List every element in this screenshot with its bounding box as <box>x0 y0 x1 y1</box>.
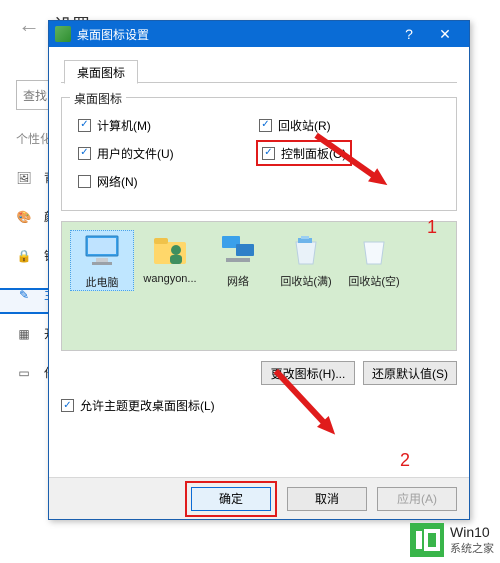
start-icon: ▦ <box>16 326 32 342</box>
titlebar[interactable]: 桌面图标设置 ? ✕ <box>49 21 469 47</box>
icon-label: 回收站(空) <box>342 273 406 289</box>
checkbox-allow-theme[interactable]: 允许主题更改桌面图标(L) <box>61 397 457 414</box>
cancel-button[interactable]: 取消 <box>287 487 367 511</box>
close-button[interactable]: ✕ <box>427 21 463 47</box>
checkbox-icon <box>78 119 91 132</box>
lock-icon: 🔒 <box>16 248 32 264</box>
ok-button[interactable]: 确定 <box>191 487 271 511</box>
group-legend: 桌面图标 <box>70 90 126 107</box>
desktop-icons-group: 桌面图标 计算机(M) 回收站(R) 用户的文件(U) 控制面板(O) 网络(N… <box>61 97 457 211</box>
checkbox-label: 用户的文件(U) <box>97 145 174 162</box>
highlight-ok: 确定 <box>185 481 277 517</box>
desktop-icon-settings-dialog: 桌面图标设置 ? ✕ 桌面图标 桌面图标 计算机(M) 回收站(R) 用户的文件… <box>48 20 470 520</box>
change-icon-button[interactable]: 更改图标(H)... <box>261 361 355 385</box>
checkbox-computer[interactable]: 计算机(M) <box>78 117 259 134</box>
checkbox-label: 允许主题更改桌面图标(L) <box>80 397 215 414</box>
dialog-title: 桌面图标设置 <box>77 26 149 43</box>
theme-icon: ✎ <box>16 287 32 303</box>
checkbox-icon <box>78 147 91 160</box>
tab-desktop-icons[interactable]: 桌面图标 <box>64 60 138 84</box>
checkbox-label: 网络(N) <box>97 173 138 190</box>
watermark-line2: 系统之家 <box>450 540 494 556</box>
pc-icon <box>80 231 124 271</box>
checkbox-recycle[interactable]: 回收站(R) <box>259 117 440 134</box>
tabstrip: 桌面图标 <box>61 55 457 83</box>
palette-icon: 🎨 <box>16 209 32 225</box>
network-icon <box>216 230 260 270</box>
watermark-line1: Win10 <box>450 524 494 540</box>
icon-network[interactable]: 网络 <box>206 230 270 291</box>
icon-label: 网络 <box>206 273 270 289</box>
icon-recycle-empty[interactable]: 回收站(空) <box>342 230 406 291</box>
help-button[interactable]: ? <box>391 21 427 47</box>
icon-label: wangyon... <box>138 273 202 285</box>
restore-defaults-button[interactable]: 还原默认值(S) <box>363 361 457 385</box>
apply-button[interactable]: 应用(A) <box>377 487 457 511</box>
dialog-icon <box>55 26 71 42</box>
recycle-full-icon <box>284 230 328 270</box>
folder-user-icon <box>148 230 192 270</box>
icon-user-files[interactable]: wangyon... <box>138 230 202 291</box>
checkbox-label: 回收站(R) <box>278 117 331 134</box>
checkbox-icon <box>61 399 74 412</box>
annotation-number-2: 2 <box>400 450 410 471</box>
checkbox-label: 计算机(M) <box>97 117 151 134</box>
checkbox-userfiles[interactable]: 用户的文件(U) <box>78 145 259 162</box>
icon-recycle-full[interactable]: 回收站(满) <box>274 230 338 291</box>
checkbox-icon <box>78 175 91 188</box>
checkbox-icon <box>259 119 272 132</box>
watermark: Win10 系统之家 <box>410 523 494 557</box>
icon-preview-box: 此电脑 wangyon... 网络 回收站(满) 回收站(空) <box>61 221 457 351</box>
taskbar-icon: ▭ <box>16 365 32 381</box>
checkbox-network[interactable]: 网络(N) <box>78 173 259 190</box>
highlight-control-panel: 控制面板(O) <box>256 140 352 166</box>
annotation-number-1: 1 <box>427 217 437 238</box>
icon-label: 此电脑 <box>71 274 133 290</box>
recycle-empty-icon <box>352 230 396 270</box>
watermark-logo <box>410 523 444 557</box>
dialog-button-row: 确定 取消 应用(A) <box>49 477 469 519</box>
picture-icon: 🖼 <box>16 170 32 186</box>
checkbox-control-panel[interactable]: 控制面板(O) <box>262 145 346 162</box>
checkbox-icon <box>262 147 275 160</box>
back-icon[interactable]: ← <box>18 12 40 38</box>
checkbox-label: 控制面板(O) <box>281 145 346 162</box>
icon-label: 回收站(满) <box>274 273 338 289</box>
icon-this-pc[interactable]: 此电脑 <box>70 230 134 291</box>
